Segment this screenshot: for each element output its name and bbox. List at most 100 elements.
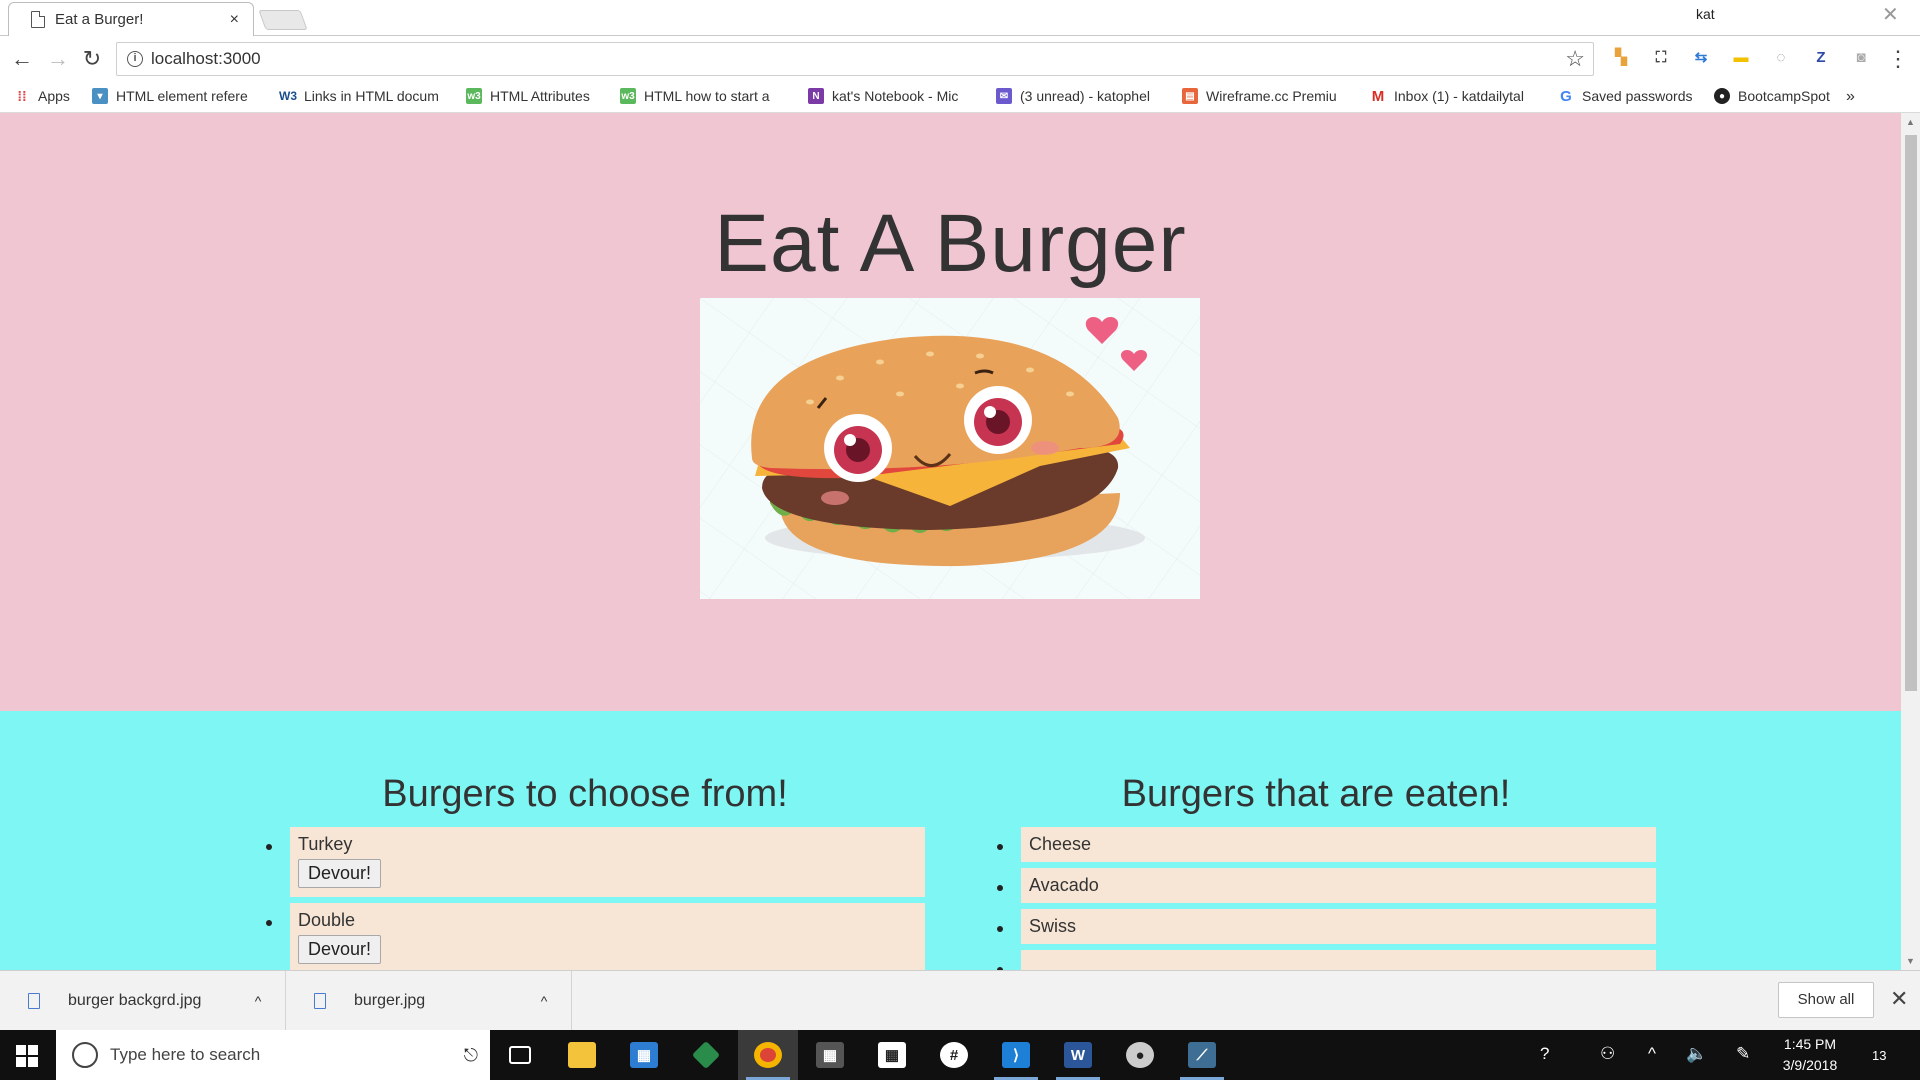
devour-button[interactable]: Devour! bbox=[298, 935, 382, 964]
store-icon[interactable]: ▦ bbox=[614, 1030, 674, 1080]
eaten-item: Cheese bbox=[997, 827, 1656, 862]
burger-name: Turkey bbox=[298, 834, 353, 854]
bookmark-item[interactable]: M Inbox (1) - katdailytal bbox=[1370, 87, 1536, 105]
devour-button[interactable]: Devour! bbox=[298, 859, 382, 888]
microphone-icon[interactable]: ⎋ bbox=[464, 1045, 478, 1066]
clock-time: 1:45 PM bbox=[1783, 1036, 1837, 1052]
browser-tab[interactable]: Eat a Burger! × bbox=[8, 2, 254, 36]
new-tab-button[interactable] bbox=[258, 10, 308, 30]
image-file-icon bbox=[28, 993, 40, 1009]
task-view-icon[interactable] bbox=[490, 1030, 550, 1080]
hero-section: Eat A Burger bbox=[0, 113, 1901, 711]
w3schools-icon: w3 bbox=[620, 88, 636, 104]
chevron-up-icon[interactable]: ^ bbox=[524, 993, 564, 1009]
bookmark-item[interactable]: N kat's Notebook - Mic bbox=[808, 88, 976, 104]
image-file-icon bbox=[314, 993, 326, 1009]
mdn-icon: ▾ bbox=[92, 88, 108, 104]
pen-icon[interactable]: ✎ bbox=[1736, 1044, 1750, 1064]
clock-date: 3/9/2018 bbox=[1782, 1057, 1838, 1073]
bookmark-label: (3 unread) - katophel bbox=[1020, 88, 1150, 104]
eaten-column: Burgers that are eaten! Cheese Avacado Swi… bbox=[976, 711, 1656, 970]
vertical-scrollbar[interactable]: ▲ ▼ bbox=[1901, 113, 1920, 970]
to-eat-list: Turkey Devour! Double Devour! bbox=[266, 827, 925, 970]
github-desktop-icon[interactable]: ● bbox=[1110, 1030, 1170, 1080]
github-icon: ● bbox=[1714, 88, 1730, 104]
chrome-icon[interactable] bbox=[738, 1030, 798, 1080]
mysql-workbench-icon[interactable]: ⟋ bbox=[1172, 1030, 1232, 1080]
slack-icon[interactable]: # bbox=[924, 1030, 984, 1080]
extension-flag-icon[interactable]: ▚ bbox=[1610, 46, 1632, 68]
to-eat-item: Double Devour! bbox=[266, 903, 925, 970]
calendar-icon[interactable]: ▦ bbox=[862, 1030, 922, 1080]
close-icon[interactable]: ✕ bbox=[1890, 986, 1908, 1012]
bookmark-label: Inbox (1) - katdailytal bbox=[1394, 88, 1524, 104]
tray-chevron-up-icon[interactable]: ^ bbox=[1648, 1044, 1656, 1064]
burger-name: Double bbox=[298, 910, 356, 930]
bookmark-item[interactable]: w3 HTML Attributes bbox=[466, 88, 590, 104]
mail-icon: ✉ bbox=[996, 88, 1012, 104]
bookmark-item[interactable]: G Saved passwords bbox=[1558, 88, 1693, 105]
notification-count[interactable]: 13 bbox=[1872, 1048, 1886, 1063]
bookmark-label: Saved passwords bbox=[1582, 88, 1693, 104]
profile-name[interactable]: kat bbox=[1696, 6, 1715, 22]
extension-circle-icon[interactable]: ◌ bbox=[1770, 46, 1792, 68]
screenshot-icon[interactable]: ⛶ bbox=[1650, 46, 1672, 68]
scroll-up-icon[interactable]: ▲ bbox=[1906, 117, 1915, 127]
eaten-item bbox=[997, 950, 1656, 970]
show-all-button[interactable]: Show all bbox=[1778, 982, 1874, 1018]
help-icon[interactable]: ? bbox=[1540, 1044, 1549, 1064]
system-clock[interactable]: 1:45 PM 3/9/2018 bbox=[1770, 1034, 1850, 1076]
gmail-icon: M bbox=[1371, 87, 1385, 105]
bookmark-label: Wireframe.cc Premiu bbox=[1206, 88, 1337, 104]
bookmark-star-icon[interactable]: ☆ bbox=[1565, 46, 1585, 72]
scrollbar-thumb[interactable] bbox=[1905, 135, 1917, 691]
camera-icon[interactable]: ◙ bbox=[1850, 46, 1872, 68]
wireframe-icon: ▤ bbox=[1182, 88, 1198, 104]
tab-close-icon[interactable]: × bbox=[230, 11, 239, 29]
url-text[interactable]: localhost:3000 bbox=[151, 49, 1565, 69]
bookmark-apps[interactable]: ⁞⁞ Apps bbox=[14, 88, 70, 104]
chrome-menu-icon[interactable]: ⋮ bbox=[1886, 46, 1910, 72]
cortana-icon[interactable] bbox=[72, 1042, 98, 1068]
volume-icon[interactable]: 🔈 bbox=[1686, 1044, 1707, 1064]
to-eat-column: Burgers to choose from! Turkey Devour! Dou… bbox=[245, 711, 925, 970]
w3c-icon: W3 bbox=[279, 89, 297, 103]
bookmark-item[interactable]: w3 HTML how to start a bbox=[620, 88, 784, 104]
file-explorer-icon[interactable] bbox=[552, 1030, 612, 1080]
to-eat-item: Turkey Devour! bbox=[266, 827, 925, 897]
chevron-up-icon[interactable]: ^ bbox=[238, 993, 278, 1009]
bookmarks-overflow-icon[interactable]: » bbox=[1846, 88, 1855, 106]
download-item[interactable]: burger.jpg ^ bbox=[286, 971, 572, 1031]
forward-icon[interactable]: → bbox=[46, 46, 70, 72]
arrows-icon[interactable]: ⇆ bbox=[1690, 46, 1712, 68]
bookmark-label: HTML how to start a bbox=[644, 88, 770, 104]
back-icon[interactable]: ← bbox=[10, 46, 34, 72]
scroll-down-icon[interactable]: ▼ bbox=[1906, 956, 1915, 966]
address-bar[interactable]: i localhost:3000 ☆ bbox=[116, 42, 1594, 76]
taskbar: Type here to search ⎋ ▦ ▦ ▦ # ⟩ W ● ⟋ ? … bbox=[0, 1030, 1920, 1080]
burger-name: Swiss bbox=[1029, 916, 1077, 936]
bookmark-item[interactable]: ● BootcampSpot bbox=[1714, 88, 1830, 104]
w3schools-icon: w3 bbox=[466, 88, 482, 104]
download-item[interactable]: burger backgrd.jpg ^ bbox=[0, 971, 286, 1031]
bookmark-item[interactable]: ▾ HTML element refere bbox=[92, 88, 256, 104]
calculator-icon[interactable]: ▦ bbox=[800, 1030, 860, 1080]
bookmark-item[interactable]: W3 Links in HTML docum bbox=[279, 88, 446, 104]
git-icon[interactable] bbox=[676, 1030, 736, 1080]
vscode-icon[interactable]: ⟩ bbox=[986, 1030, 1046, 1080]
site-info-icon[interactable]: i bbox=[127, 51, 143, 67]
bookmarks-bar: ⁞⁞ Apps ▾ HTML element refere W3 Links i… bbox=[0, 83, 1920, 113]
people-icon[interactable]: ⚇ bbox=[1600, 1044, 1615, 1064]
windows-start-icon[interactable] bbox=[16, 1045, 38, 1067]
bookmark-item[interactable]: ✉ (3 unread) - katophel bbox=[996, 88, 1160, 104]
window-close-icon[interactable]: ✕ bbox=[1882, 2, 1899, 27]
taskbar-search[interactable]: Type here to search ⎋ bbox=[56, 1030, 490, 1080]
bookmark-label: HTML element refere bbox=[116, 88, 248, 104]
extension-yellow-icon[interactable]: ▬ bbox=[1730, 46, 1752, 68]
burger-name: Avacado bbox=[1029, 875, 1099, 895]
bookmark-item[interactable]: ▤ Wireframe.cc Premiu bbox=[1182, 88, 1348, 104]
reload-icon[interactable]: ↻ bbox=[80, 46, 104, 72]
word-icon[interactable]: W bbox=[1048, 1030, 1108, 1080]
bookmark-label: Apps bbox=[38, 88, 70, 104]
zotero-icon[interactable]: Z bbox=[1810, 46, 1832, 68]
